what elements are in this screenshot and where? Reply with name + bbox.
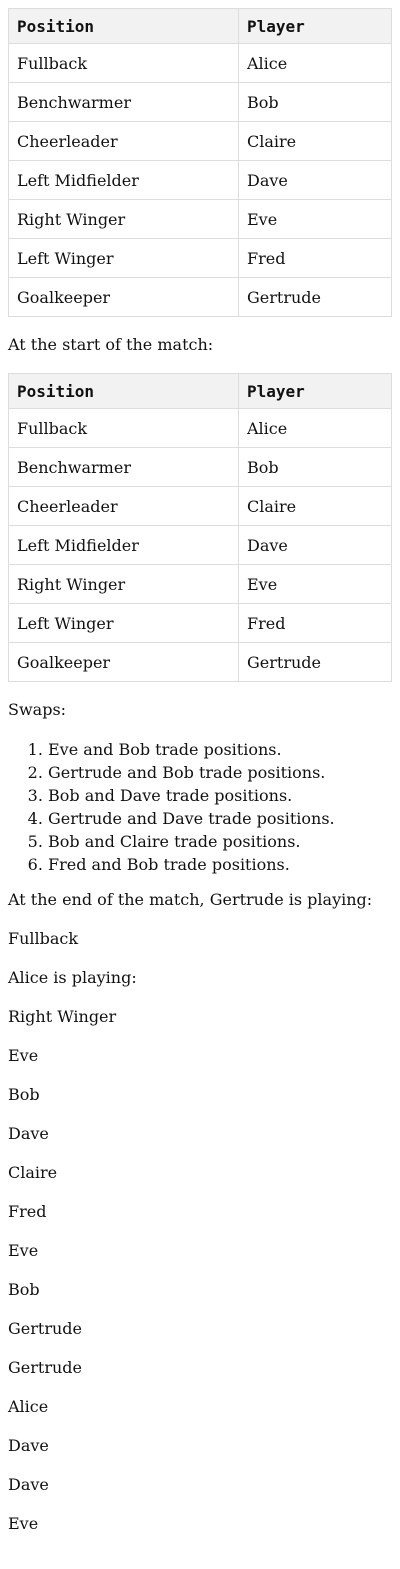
player-cell: Gertrude [238,277,392,317]
end-of-match-text: At the end of the match, Gertrude is pla… [8,880,392,1543]
player-cell: Gertrude [238,642,392,682]
player-cell: Alice [238,43,392,83]
text-line: Eve [8,1241,39,1260]
player-cell: Dave [238,525,392,565]
text-line: Right Winger [8,1007,117,1026]
player-cell: Fred [238,238,392,278]
text-line: Gertrude [8,1319,82,1338]
roster-table-start: Position Player Fullback Alice Benchwarm… [8,373,392,682]
position-cell: Left Winger [8,603,239,643]
swaps-list: Eve and Bob trade positions. Gertrude an… [8,738,392,890]
list-item: Bob and Dave trade positions. [48,784,392,807]
player-cell: Eve [238,199,392,239]
text-line: Claire [8,1163,58,1182]
position-cell: Right Winger [8,564,239,604]
position-cell: Fullback [8,408,239,448]
position-cell: Fullback [8,43,239,83]
table-row: Cheerleader Claire [8,121,392,161]
table-header-row: Position Player [8,8,392,44]
text-line: Dave [8,1475,49,1494]
text-line: Eve [8,1514,39,1533]
player-cell: Bob [238,447,392,487]
table-row: Right Winger Eve [8,564,392,604]
player-cell: Alice [238,408,392,448]
text-line: At the end of the match, Gertrude is pla… [8,890,373,909]
table-row: Right Winger Eve [8,199,392,239]
text-line: Dave [8,1124,49,1143]
position-column-header: Position [8,373,239,409]
position-cell: Benchwarmer [8,82,239,122]
player-cell: Bob [238,82,392,122]
table-row: Left Midfielder Dave [8,160,392,200]
text-line: Dave [8,1436,49,1455]
list-item: Gertrude and Dave trade positions. [48,807,392,830]
text-line: Alice is playing: [8,968,137,987]
text-line: Fred [8,1202,47,1221]
position-column-header: Position [8,8,239,44]
player-column-header: Player [238,8,392,44]
table-row: Goalkeeper Gertrude [8,642,392,682]
text-line: Bob [8,1085,40,1104]
swaps-heading: Swaps: [8,700,67,719]
text-line: Alice [8,1397,49,1416]
player-cell: Dave [238,160,392,200]
position-cell: Goalkeeper [8,642,239,682]
text-line: Fullback [8,929,79,948]
table-row: Benchwarmer Bob [8,82,392,122]
position-cell: Cheerleader [8,121,239,161]
position-cell: Cheerleader [8,486,239,526]
player-cell: Claire [238,121,392,161]
table-header-row: Position Player [8,373,392,409]
player-column-header: Player [238,373,392,409]
table-row: Left Midfielder Dave [8,525,392,565]
player-cell: Eve [238,564,392,604]
list-item: Eve and Bob trade positions. [48,738,392,761]
table-row: Cheerleader Claire [8,486,392,526]
table-row: Left Winger Fred [8,603,392,643]
position-cell: Left Midfielder [8,160,239,200]
roster-table-initial: Position Player Fullback Alice Benchwarm… [8,8,392,317]
table-row: Benchwarmer Bob [8,447,392,487]
document-page: Position Player Fullback Alice Benchwarm… [0,0,400,1543]
text-line: Eve [8,1046,39,1065]
text-line: Gertrude [8,1358,82,1377]
player-cell: Fred [238,603,392,643]
list-item: Bob and Claire trade positions. [48,830,392,853]
position-cell: Left Midfielder [8,525,239,565]
list-item: Gertrude and Bob trade positions. [48,761,392,784]
position-cell: Right Winger [8,199,239,239]
table-row: Goalkeeper Gertrude [8,277,392,317]
table-row: Left Winger Fred [8,238,392,278]
start-caption: At the start of the match: [8,335,214,354]
table-row: Fullback Alice [8,43,392,83]
position-cell: Goalkeeper [8,277,239,317]
list-item: Fred and Bob trade positions. [48,853,392,876]
player-cell: Claire [238,486,392,526]
position-cell: Left Winger [8,238,239,278]
table-row: Fullback Alice [8,408,392,448]
text-line: Bob [8,1280,40,1299]
position-cell: Benchwarmer [8,447,239,487]
